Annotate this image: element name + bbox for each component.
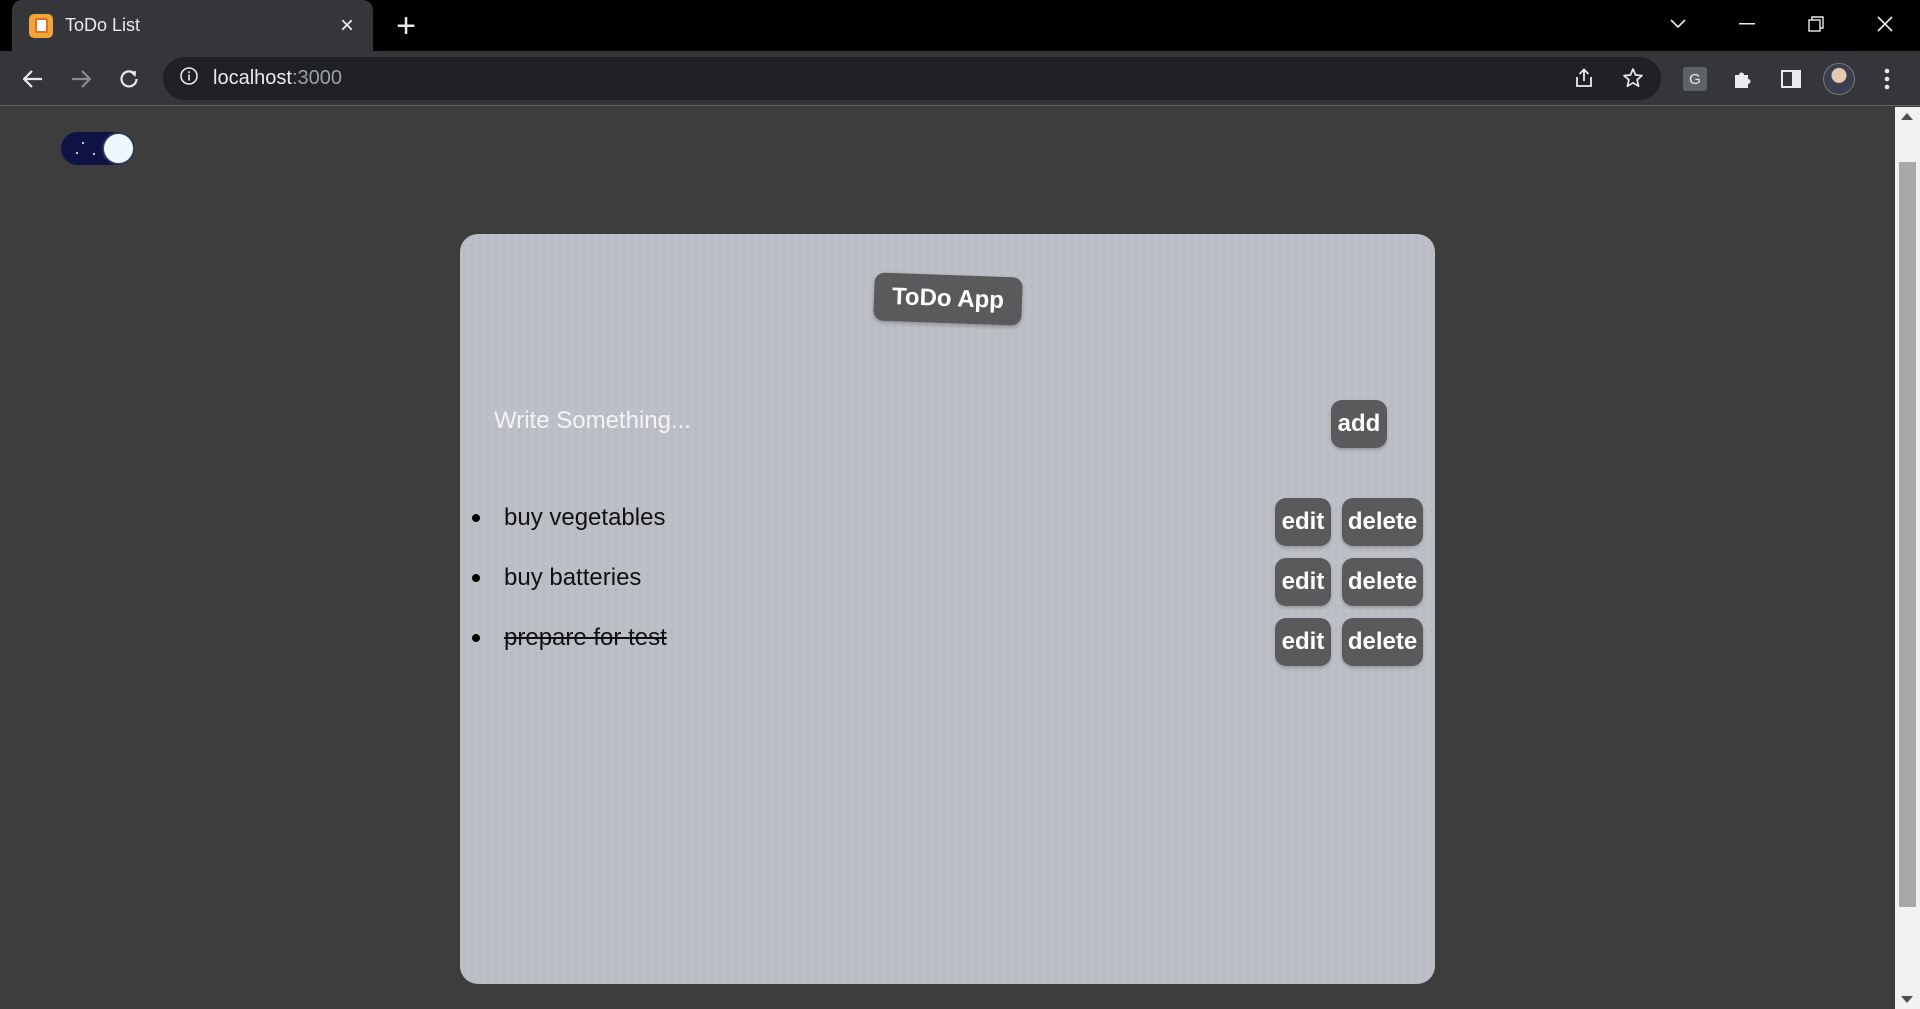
delete-button[interactable]: delete [1342, 618, 1423, 666]
todo-text: buy batteries [504, 564, 642, 591]
list-bullet [472, 514, 480, 522]
todo-input[interactable] [494, 399, 1254, 443]
toggle-star [93, 153, 95, 155]
list-bullet [472, 634, 480, 642]
todo-text-completed: prepare for test [504, 624, 667, 651]
todo-item: buy batteries edit delete [460, 558, 1435, 606]
url-host: localhost [213, 67, 292, 89]
chevron-down-icon[interactable] [1660, 8, 1696, 40]
tab-favicon-icon [29, 13, 53, 38]
plus-icon[interactable]: + [390, 9, 422, 43]
close-icon[interactable]: × [335, 13, 359, 38]
side-panel-icon[interactable] [1774, 62, 1808, 96]
todo-text: buy vegetables [504, 504, 666, 531]
more-vert-icon[interactable] [1870, 62, 1904, 96]
address-bar[interactable]: localhost :3000 [163, 57, 1661, 100]
reload-icon[interactable] [112, 62, 146, 96]
vertical-scrollbar[interactable] [1895, 107, 1920, 1009]
todo-item: prepare for test edit delete [460, 618, 1435, 666]
puzzle-icon[interactable] [1726, 62, 1760, 96]
theme-toggle[interactable] [61, 132, 135, 165]
browser-tab[interactable]: ToDo List × [12, 0, 373, 51]
star-icon[interactable] [1618, 63, 1648, 93]
minimize-icon[interactable] [1729, 8, 1765, 40]
delete-button[interactable]: delete [1342, 558, 1423, 606]
info-icon[interactable] [179, 66, 199, 91]
app-title: ToDo App [873, 272, 1023, 326]
url-port: :3000 [291, 67, 342, 89]
extension-g-icon[interactable]: G [1678, 62, 1712, 96]
browser-titlebar: ToDo List × + [0, 0, 1920, 51]
list-bullet [472, 574, 480, 582]
toggle-star [76, 152, 78, 154]
toggle-star [82, 142, 84, 144]
toggle-moon-knob [104, 134, 133, 163]
scroll-down-arrow-icon[interactable] [1901, 996, 1913, 1003]
todo-item: buy vegetables edit delete [460, 498, 1435, 546]
add-button[interactable]: add [1331, 400, 1387, 448]
window-close-icon[interactable] [1867, 8, 1903, 40]
page-viewport: ToDo App add buy vegetables edit delete … [0, 107, 1895, 1009]
edit-button[interactable]: edit [1275, 618, 1331, 666]
delete-button[interactable]: delete [1342, 498, 1423, 546]
restore-icon[interactable] [1798, 8, 1834, 40]
tab-title: ToDo List [65, 15, 141, 35]
scroll-up-arrow-icon[interactable] [1901, 113, 1913, 120]
edit-button[interactable]: edit [1275, 498, 1331, 546]
forward-arrow-icon[interactable] [64, 62, 98, 96]
todo-card: ToDo App add buy vegetables edit delete … [460, 234, 1435, 984]
edit-button[interactable]: edit [1275, 558, 1331, 606]
back-arrow-icon[interactable] [16, 62, 50, 96]
share-icon[interactable] [1569, 63, 1599, 93]
browser-toolbar: localhost :3000 G [0, 51, 1920, 106]
scrollbar-thumb[interactable] [1899, 162, 1916, 907]
profile-avatar[interactable] [1822, 62, 1856, 96]
